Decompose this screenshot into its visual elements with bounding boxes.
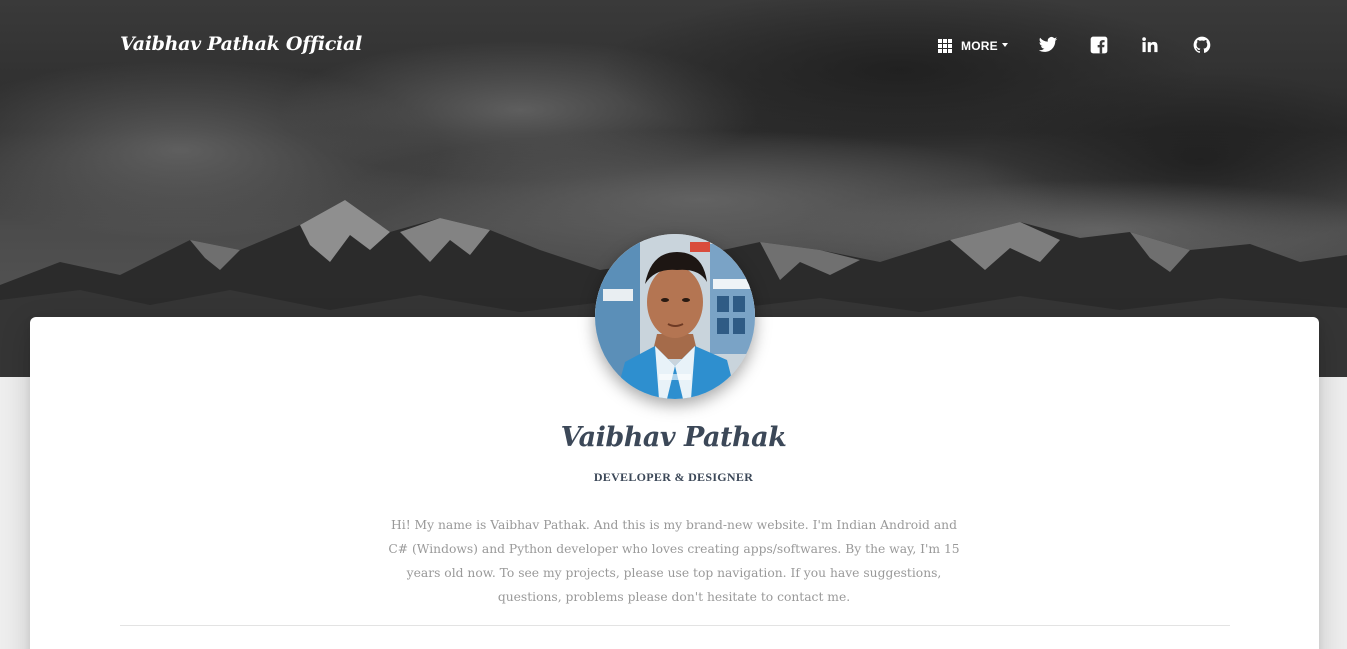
facebook-link[interactable]: [1089, 35, 1111, 57]
profile-bio: Hi! My name is Vaibhav Pathak. And this …: [388, 518, 960, 604]
profile-avatar: [595, 234, 755, 399]
linkedin-link[interactable]: [1140, 35, 1162, 57]
facebook-icon: [1090, 36, 1108, 54]
section-divider: [120, 625, 1230, 626]
linkedin-icon: [1142, 37, 1158, 53]
more-menu-button[interactable]: MORE: [938, 35, 1008, 57]
brand-logo-link[interactable]: Vaibhav Pathak Official: [120, 33, 362, 55]
profile-photo: [595, 234, 755, 399]
caret-down-icon: [1001, 43, 1008, 47]
page: Vaibhav Pathak Official MORE Vaibhav Pat…: [0, 0, 1347, 649]
twitter-icon: [1038, 37, 1058, 52]
github-icon: [1193, 36, 1211, 53]
more-menu-label: MORE: [961, 39, 998, 53]
twitter-link[interactable]: [1038, 35, 1060, 57]
profile-name: Vaibhav Pathak: [560, 422, 787, 453]
github-link[interactable]: [1192, 35, 1214, 57]
profile-title: DEVELOPER & DESIGNER: [593, 470, 754, 484]
grid-icon: [938, 39, 952, 53]
